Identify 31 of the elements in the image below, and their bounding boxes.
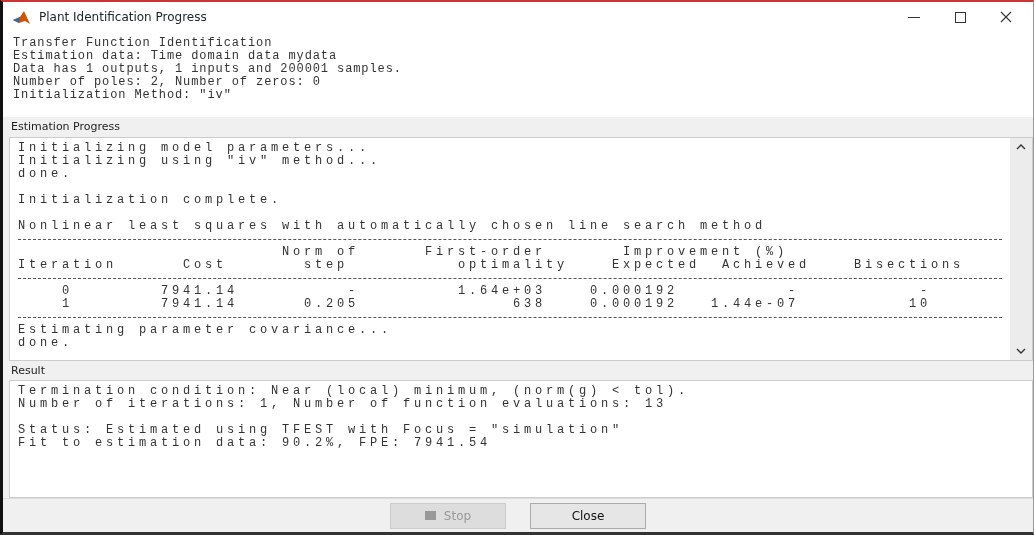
minimize-icon (908, 16, 920, 18)
window-title: Plant Identification Progress (39, 9, 207, 26)
console-line: Data has 1 outputs, 1 inputs and 200001 samples. (13, 63, 403, 76)
close-button[interactable]: Close (530, 502, 646, 529)
table-header: Norm of First-order Improvement (%) (281, 245, 789, 259)
stop-square-icon (424, 511, 436, 520)
console-line: done. (18, 167, 73, 181)
close-icon (1000, 11, 1012, 23)
console-line: Initializing using "iv" method... (18, 154, 383, 168)
console-line: Estimating parameter covariance... (18, 323, 394, 337)
console-line: Number of poles: 2, Number of zeros: 0 (13, 76, 322, 89)
console-line: Number of iterations: 1, Number of function evaluations: 13 (18, 398, 669, 411)
group-label: Result (10, 362, 46, 379)
console-line: Estimation data: Time domain data mydata (13, 50, 339, 63)
console-line: Status: Estimated using TFEST with Focus = "simulation" (18, 424, 625, 437)
console-line: Transfer Function Identification (13, 37, 274, 50)
table-row-text: 0 7941.14 - 1.64e+03 0.000192 - - (61, 284, 933, 298)
console-line: Nonlinear least squares with automatically chosen line search method (18, 219, 768, 233)
console-line: Initialization Method: "iv" (13, 89, 233, 102)
table-row-text: 1 7941.14 0.205 638 0.000192 1.44e-07 10 (61, 297, 933, 311)
app-logo-icon (13, 10, 31, 25)
console-line: Fit to estimation data: 90.2%, FPE: 7941.54 (18, 437, 493, 450)
scroll-down-icon[interactable] (1016, 347, 1026, 354)
table-header: Iteration Cost step optimality Expected Achieved Bisections (18, 258, 966, 272)
console-line: Termination condition: Near (local) minimum, (norm(g) < tol). (18, 385, 691, 398)
scroll-up-icon[interactable] (1016, 143, 1026, 150)
console-line: Initialization complete. (18, 193, 284, 207)
console-line: Initializing model parameters... (18, 141, 372, 155)
group-label: Estimation Progress (10, 119, 122, 135)
console-line: done. (18, 336, 73, 350)
maximize-icon (954, 11, 966, 23)
